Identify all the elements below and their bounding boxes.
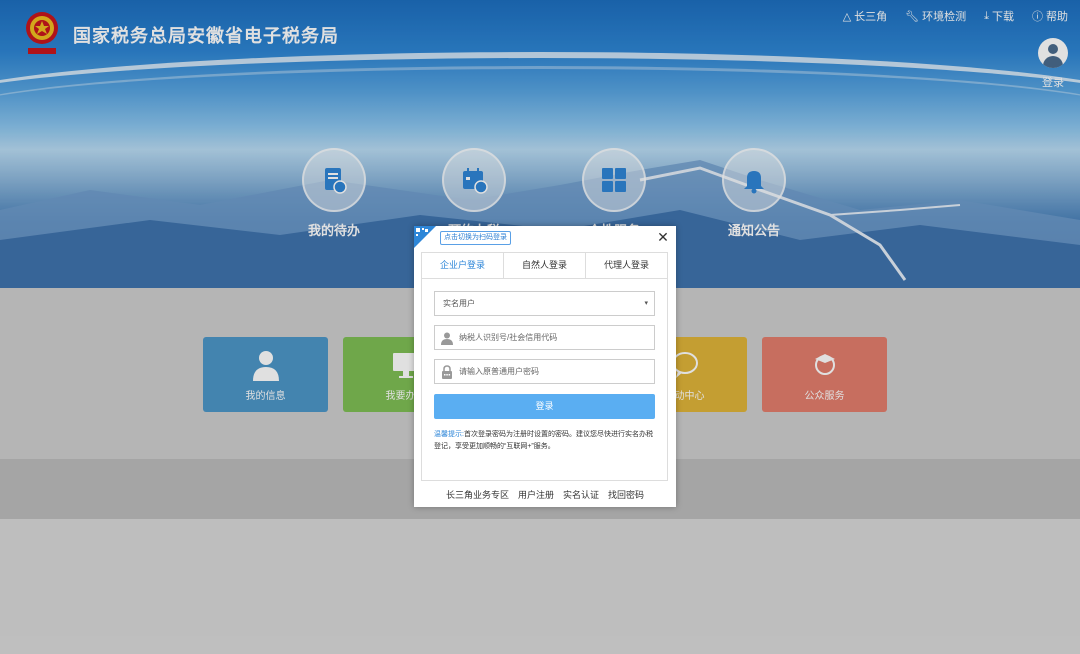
bell-icon: [722, 148, 786, 212]
taxpayer-id-input[interactable]: 纳税人识别号/社会信用代码: [434, 325, 655, 350]
link-recover-password[interactable]: 找回密码: [608, 488, 644, 501]
site-title: 国家税务总局安徽省电子税务局: [73, 26, 339, 46]
tab-agent[interactable]: 代理人登录: [586, 253, 667, 278]
tax-emblem-logo: [26, 12, 58, 54]
chevron-down-icon: ▾: [644, 300, 648, 307]
nav-env-check[interactable]: 🔧︎ 环境检测: [905, 8, 966, 24]
hero-nav-todo[interactable]: 我的待办: [302, 148, 366, 239]
grid-icon: [582, 148, 646, 212]
user-icon: [203, 349, 328, 383]
top-nav: △ 长三角 🔧︎ 环境检测 ⤓ 下载 ⓘ 帮助: [843, 8, 1068, 24]
user-icon: [435, 326, 459, 349]
tab-enterprise[interactable]: 企业户登录: [422, 253, 504, 278]
qr-code-icon[interactable]: [414, 226, 436, 248]
close-icon[interactable]: ✕: [657, 230, 669, 244]
user-type-select[interactable]: 实名用户 ▾: [434, 291, 655, 316]
dialog-links: 长三角业务专区 用户注册 实名认证 找回密码: [414, 488, 676, 501]
tile-my-info[interactable]: 我的信息: [203, 337, 328, 412]
login-tip: 温馨提示:首次登录密码为注册时设置的密码。建议您尽快进行实名办税登记，享受更加顺…: [434, 429, 656, 453]
wrench-icon: 🔧︎: [905, 10, 920, 23]
download-icon: ⤓: [984, 9, 989, 22]
login-button[interactable]: 登录: [434, 394, 655, 419]
calendar-icon: [442, 148, 506, 212]
link-register[interactable]: 用户注册: [518, 488, 554, 501]
user-login-entry[interactable]: 登录: [1038, 38, 1068, 90]
document-clock-icon: [302, 148, 366, 212]
link-real-name-auth[interactable]: 实名认证: [563, 488, 599, 501]
login-form-panel: 实名用户 ▾ 纳税人识别号/社会信用代码 请输入原普通用户密码 登录 温馨提示:…: [421, 278, 668, 481]
nav-help[interactable]: ⓘ 帮助: [1032, 8, 1068, 24]
login-dialog: 点击切换为扫码登录 ✕ 企业户登录 自然人登录 代理人登录 实名用户 ▾ 纳税人…: [414, 226, 676, 507]
login-tabs: 企业户登录 自然人登录 代理人登录: [421, 252, 668, 278]
triangle-icon: △: [842, 10, 852, 23]
hero-nav-notice[interactable]: 通知公告: [722, 148, 786, 239]
help-icon: ⓘ: [1032, 11, 1043, 23]
avatar-icon: [1038, 38, 1068, 68]
page-bottom: [0, 519, 1080, 654]
password-input[interactable]: 请输入原普通用户密码: [434, 359, 655, 384]
nav-download[interactable]: ⤓ 下载: [984, 8, 1014, 24]
lock-icon: [435, 360, 459, 383]
qr-switch-tip[interactable]: 点击切换为扫码登录: [440, 231, 511, 245]
link-yangtze-zone[interactable]: 长三角业务专区: [446, 488, 509, 501]
tab-natural-person[interactable]: 自然人登录: [504, 253, 586, 278]
tile-public-service[interactable]: 公众服务: [762, 337, 887, 412]
service-agent-icon: [762, 349, 887, 383]
tip-label: 温馨提示:: [434, 431, 464, 438]
tip-text: 首次登录密码为注册时设置的密码。建议您尽快进行实名办税登记，享受更加顺畅的“互联…: [434, 431, 653, 450]
nav-yangtze-delta[interactable]: △ 长三角: [843, 8, 887, 24]
